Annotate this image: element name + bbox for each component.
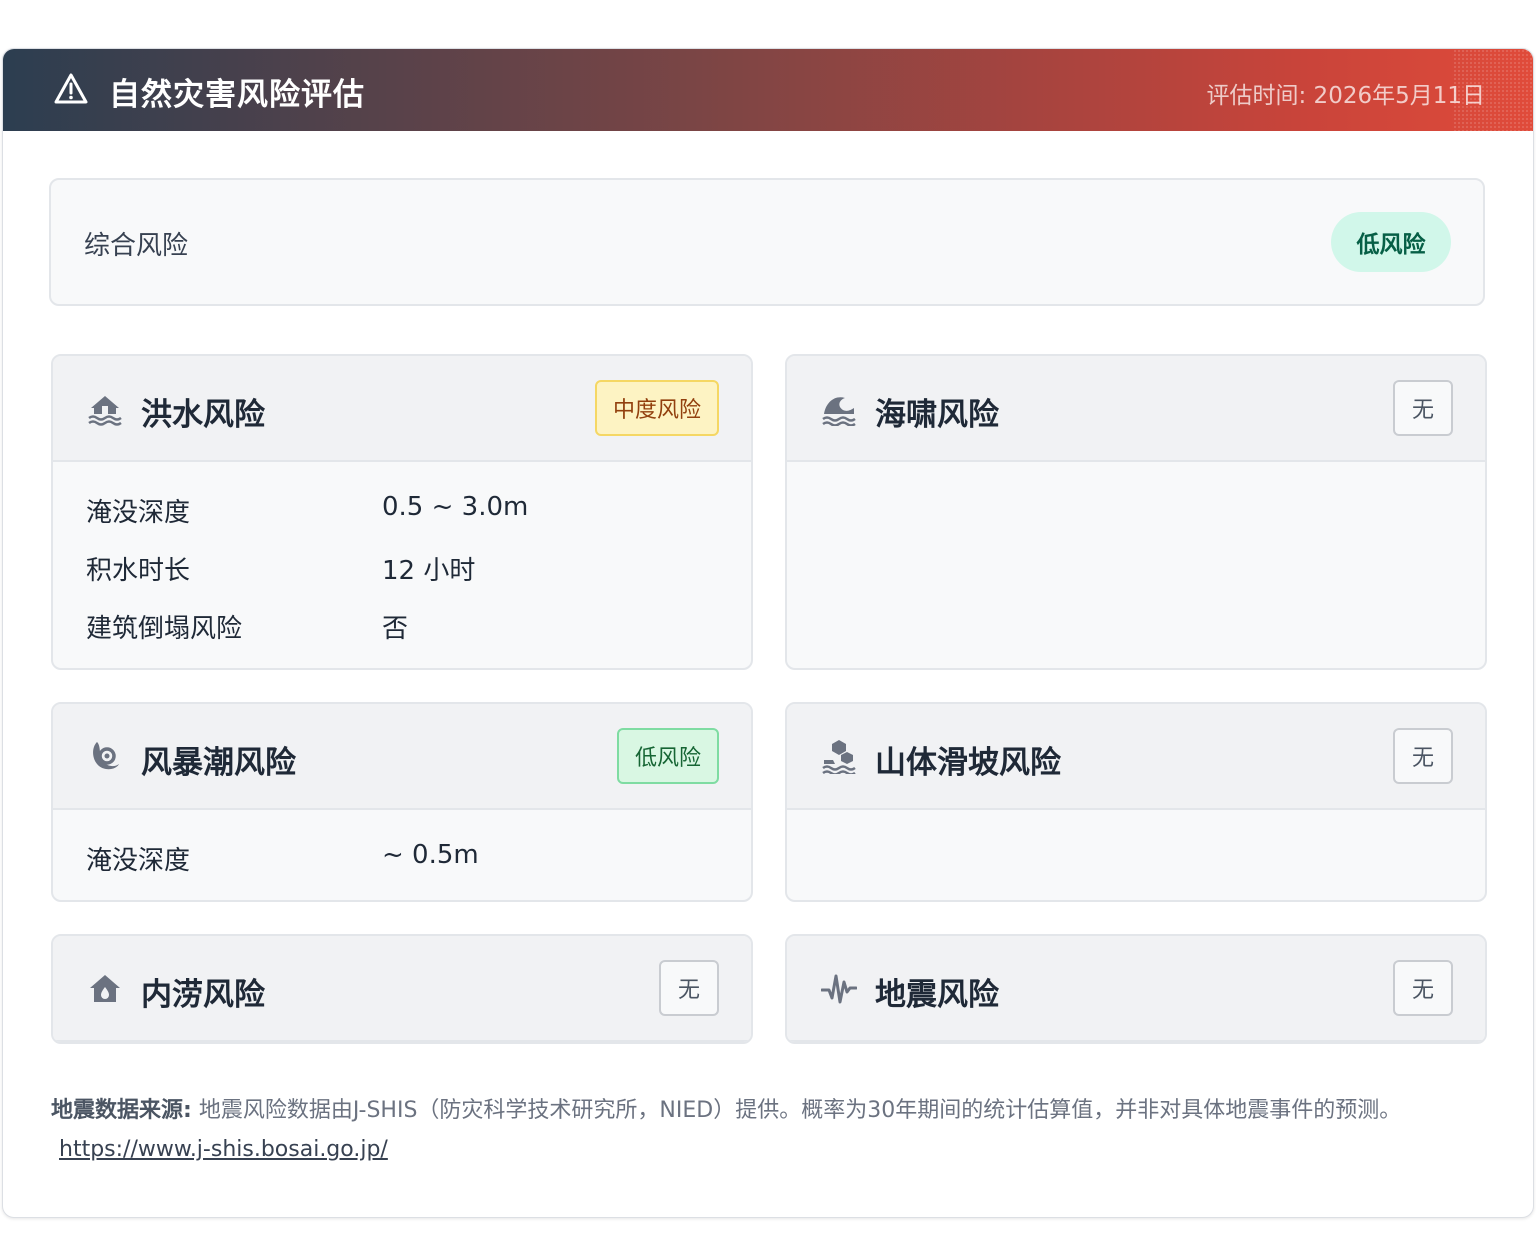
overall-risk-label: 综合风险: [84, 231, 189, 261]
hurricane-icon: [93, 742, 119, 770]
hill-rockslide-icon: [822, 740, 856, 774]
flood-row-duration: 积水时长 12 小时: [86, 550, 475, 587]
inland-flood-risk-header: 内涝风险 无: [53, 936, 751, 1042]
tsunami-risk-panel: 海啸风险 无: [785, 354, 1487, 670]
inland-flood-risk-title: 内涝风险: [141, 977, 265, 1013]
flood-risk-title: 洪水风险: [141, 397, 265, 433]
house-flood-icon: [88, 396, 122, 426]
inland-flood-risk-panel: 内涝风险 无: [51, 934, 753, 1044]
source-label: 地震数据来源:: [51, 1098, 192, 1123]
inland-flood-risk-badge: 无: [659, 960, 719, 1016]
landslide-risk-badge: 无: [1393, 728, 1453, 784]
earthquake-risk-header: 地震风险 无: [787, 936, 1485, 1042]
earthquake-risk-title: 地震风险: [875, 977, 999, 1013]
data-source-note: 地震数据来源: 地震风险数据由J-SHIS（防灾科学技术研究所，NIED）提供。…: [51, 1091, 1491, 1169]
storm-surge-risk-title: 风暴潮风险: [141, 745, 296, 781]
row-label: 建筑倒塌风险: [86, 614, 243, 644]
page-title: 自然灾害风险评估: [109, 77, 365, 113]
flood-risk-header: 洪水风险 中度风险: [53, 356, 751, 462]
flood-risk-panel: 洪水风险 中度风险 淹没深度 0.5 ~ 3.0m 积水时长 12 小时 建筑倒…: [51, 354, 753, 670]
row-value: 0.5 ~ 3.0m: [382, 492, 529, 522]
row-value: 否: [382, 614, 409, 644]
row-label: 淹没深度: [86, 498, 191, 528]
landslide-risk-panel: 山体滑坡风险 无: [785, 702, 1487, 902]
house-water-icon: [90, 975, 120, 1002]
row-label: 积水时长: [86, 556, 191, 586]
storm-surge-row-depth: 淹没深度 ~ 0.5m: [86, 840, 479, 877]
storm-surge-risk-badge: 低风险: [616, 728, 719, 784]
card-header: 自然灾害风险评估 评估时间: 2026年5月11日: [3, 49, 1533, 131]
row-value: ~ 0.5m: [382, 840, 479, 870]
source-text: 地震风险数据由J-SHIS（防灾科学技术研究所，NIED）提供。概率为30年期间…: [198, 1098, 1402, 1123]
storm-surge-risk-header: 风暴潮风险 低风险: [53, 704, 751, 810]
risk-assessment-card: 自然灾害风险评估 评估时间: 2026年5月11日 综合风险 低风险 洪水风险 …: [2, 48, 1534, 1218]
flood-row-collapse: 建筑倒塌风险 否: [86, 608, 408, 645]
water-wave-icon: [822, 397, 856, 426]
flood-row-depth: 淹没深度 0.5 ~ 3.0m: [86, 492, 528, 529]
landslide-risk-title: 山体滑坡风险: [875, 745, 1061, 781]
row-label: 淹没深度: [86, 846, 191, 876]
earthquake-risk-badge: 无: [1393, 960, 1453, 1016]
overall-risk-badge: 低风险: [1331, 212, 1451, 272]
warning-icon: [54, 73, 88, 104]
tsunami-risk-title: 海啸风险: [875, 397, 999, 433]
storm-surge-risk-panel: 风暴潮风险 低风险 淹没深度 ~ 0.5m: [51, 702, 753, 902]
tsunami-risk-badge: 无: [1393, 380, 1453, 436]
assessment-date: 评估时间: 2026年5月11日: [1206, 83, 1486, 109]
seismic-wave-icon: [821, 974, 857, 1004]
source-link[interactable]: https://www.j-shis.bosai.go.jp/: [59, 1137, 388, 1162]
row-value: 12 小时: [382, 556, 476, 586]
earthquake-risk-panel: 地震风险 无: [785, 934, 1487, 1044]
overall-risk-panel: 综合风险 低风险: [49, 178, 1485, 306]
landslide-risk-header: 山体滑坡风险 无: [787, 704, 1485, 810]
tsunami-risk-header: 海啸风险 无: [787, 356, 1485, 462]
flood-risk-badge: 中度风险: [594, 380, 719, 436]
